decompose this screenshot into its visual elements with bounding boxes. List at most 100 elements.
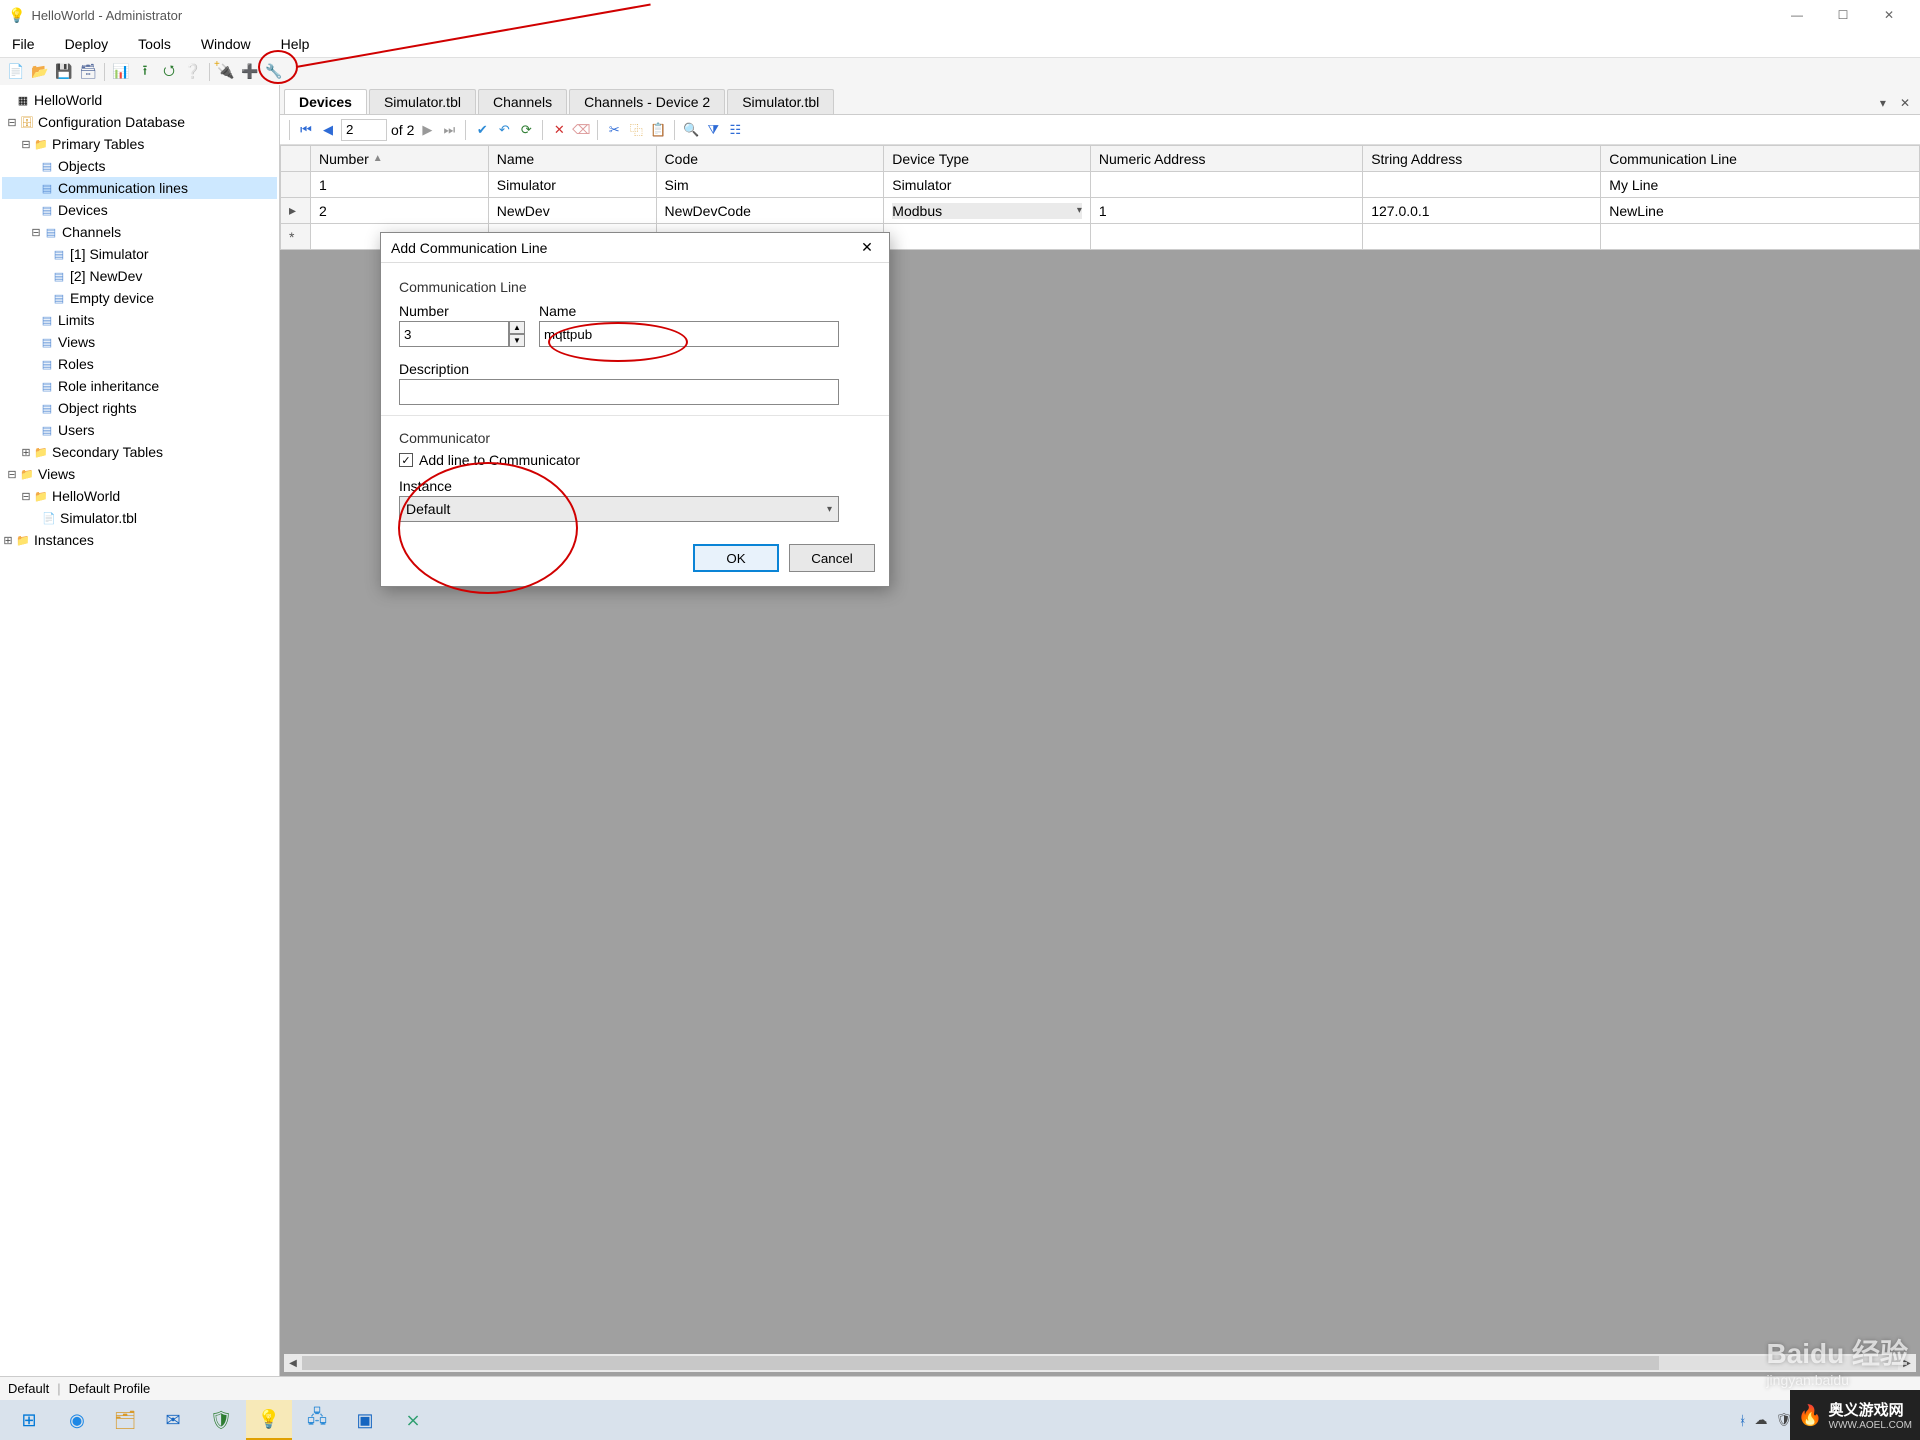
- number-input[interactable]: [399, 321, 509, 347]
- col-name[interactable]: Name: [488, 146, 656, 172]
- col-naddr[interactable]: Numeric Address: [1090, 146, 1362, 172]
- filter-icon[interactable]: ⧩: [704, 121, 722, 139]
- tree-limits[interactable]: Limits: [56, 312, 97, 328]
- tree-objrights[interactable]: Object rights: [56, 400, 139, 416]
- tree-roles[interactable]: Roles: [56, 356, 96, 372]
- taskbar-vscode-icon[interactable]: ⨯: [390, 1400, 436, 1440]
- ok-button[interactable]: OK: [693, 544, 779, 572]
- tree-roleinh[interactable]: Role inheritance: [56, 378, 161, 394]
- taskbar-security-icon[interactable]: 🛡: [198, 1400, 244, 1440]
- new-icon[interactable]: 📄: [6, 62, 26, 82]
- add-line-checkbox[interactable]: ✓: [399, 453, 413, 467]
- tree-views-table[interactable]: Views: [56, 334, 97, 350]
- tree-users[interactable]: Users: [56, 422, 97, 438]
- tree-config-db[interactable]: Configuration Database: [36, 114, 187, 130]
- tray-onedrive-icon[interactable]: ☁: [1755, 1412, 1768, 1428]
- cut-icon[interactable]: ✂: [605, 121, 623, 139]
- tray-bluetooth-icon[interactable]: ᚼ: [1739, 1413, 1747, 1428]
- chevron-down-icon[interactable]: ▾: [1077, 205, 1082, 216]
- tab-channels[interactable]: Channels: [478, 89, 567, 114]
- tree-simulator-tbl[interactable]: Simulator.tbl: [58, 510, 139, 526]
- tree-views-node[interactable]: Views: [36, 466, 77, 482]
- tree-ch-empty[interactable]: Empty device: [68, 290, 156, 306]
- tree-ch1[interactable]: [1] Simulator: [68, 246, 151, 262]
- tree-ch2[interactable]: [2] NewDev: [68, 268, 144, 284]
- taskbar-mail-icon[interactable]: ✉: [150, 1400, 196, 1440]
- menubar: File Deploy Tools Window Help: [0, 30, 1920, 57]
- spin-up-icon[interactable]: ▲: [509, 321, 525, 334]
- menu-tools[interactable]: Tools: [134, 34, 175, 54]
- add-line-wizard-icon[interactable]: 🔌+: [216, 62, 236, 82]
- tree-channels[interactable]: Channels: [60, 224, 123, 240]
- add-line-label: Add line to Communicator: [419, 452, 580, 468]
- help-icon[interactable]: ❔: [183, 62, 203, 82]
- menu-deploy[interactable]: Deploy: [61, 34, 113, 54]
- tab-devices[interactable]: Devices: [284, 89, 367, 114]
- col-number[interactable]: Number: [319, 151, 369, 167]
- instance-select[interactable]: Default ▾: [399, 496, 839, 522]
- spin-down-icon[interactable]: ▼: [509, 334, 525, 347]
- tab-menu-icon[interactable]: ▾: [1874, 92, 1892, 114]
- next-page-icon[interactable]: ▶: [418, 121, 436, 139]
- import-icon[interactable]: ⭯: [159, 62, 179, 82]
- tab-simulator-2[interactable]: Simulator.tbl: [727, 89, 834, 114]
- page-number-input[interactable]: [341, 119, 387, 141]
- tree-secondary[interactable]: Secondary Tables: [50, 444, 165, 460]
- tree-objects[interactable]: Objects: [56, 158, 107, 174]
- tab-simulator-1[interactable]: Simulator.tbl: [369, 89, 476, 114]
- taskbar-edge-icon[interactable]: ◉: [54, 1400, 100, 1440]
- first-page-icon[interactable]: ⏮: [297, 121, 315, 139]
- maximize-button[interactable]: ☐: [1820, 0, 1866, 30]
- find-icon[interactable]: 🔍: [682, 121, 700, 139]
- horizontal-scrollbar[interactable]: ◀ ▶: [284, 1354, 1916, 1372]
- export-icon[interactable]: ⭱: [135, 62, 155, 82]
- tree-communication-lines[interactable]: Communication lines: [56, 180, 190, 196]
- undo-icon[interactable]: ↶: [495, 121, 513, 139]
- tree-devices[interactable]: Devices: [56, 202, 110, 218]
- autosize-icon[interactable]: ☷: [726, 121, 744, 139]
- open-icon[interactable]: 📂: [30, 62, 50, 82]
- paste-icon[interactable]: 📋: [649, 121, 667, 139]
- description-input[interactable]: [399, 379, 839, 405]
- tree-root[interactable]: HelloWorld: [32, 92, 104, 108]
- settings-icon[interactable]: 🔧: [264, 62, 284, 82]
- scroll-left-icon[interactable]: ◀: [284, 1354, 302, 1372]
- name-input[interactable]: [539, 321, 839, 347]
- minimize-button[interactable]: —: [1774, 0, 1820, 30]
- copy-icon[interactable]: ⿻: [627, 121, 645, 139]
- prev-page-icon[interactable]: ◀: [319, 121, 337, 139]
- close-button[interactable]: ✕: [1866, 0, 1912, 30]
- tab-close-icon[interactable]: ✕: [1894, 92, 1916, 114]
- start-icon[interactable]: ⊞: [6, 1400, 52, 1440]
- taskbar-network-icon[interactable]: 🖧: [294, 1400, 340, 1440]
- col-saddr[interactable]: String Address: [1363, 146, 1601, 172]
- table-row[interactable]: ▸ 2NewDevNewDevCode Modbus▾ 1127.0.0.1Ne…: [281, 198, 1920, 224]
- apply-icon[interactable]: ✔: [473, 121, 491, 139]
- scroll-right-icon[interactable]: ▶: [1898, 1354, 1916, 1372]
- dialog-close-icon[interactable]: ✕: [855, 236, 879, 260]
- tree-primary[interactable]: Primary Tables: [50, 136, 146, 152]
- cancel-button[interactable]: Cancel: [789, 544, 875, 572]
- last-page-icon[interactable]: ⏭: [440, 121, 458, 139]
- save-icon[interactable]: 💾: [54, 62, 74, 82]
- col-code[interactable]: Code: [656, 146, 884, 172]
- delete-icon[interactable]: ✕: [550, 121, 568, 139]
- saveall-icon[interactable]: 🗃: [78, 62, 98, 82]
- chart-icon[interactable]: 📊: [111, 62, 131, 82]
- tree-helloworld[interactable]: HelloWorld: [50, 488, 122, 504]
- add-device-icon[interactable]: ➕: [240, 62, 260, 82]
- refresh-icon[interactable]: ⟳: [517, 121, 535, 139]
- menu-file[interactable]: File: [8, 34, 39, 54]
- menu-help[interactable]: Help: [277, 34, 314, 54]
- taskbar-explorer-icon[interactable]: 🗂: [102, 1400, 148, 1440]
- taskbar-administrator-icon[interactable]: 💡: [246, 1400, 292, 1440]
- menu-window[interactable]: Window: [197, 34, 255, 54]
- clear-icon[interactable]: ⌫: [572, 121, 590, 139]
- col-type[interactable]: Device Type: [884, 146, 1091, 172]
- taskbar-powershell-icon[interactable]: ▣: [342, 1400, 388, 1440]
- project-tree[interactable]: ▦HelloWorld ⊟🗄Configuration Database ⊟📁P…: [0, 85, 280, 1376]
- tree-instances[interactable]: Instances: [32, 532, 96, 548]
- table-row[interactable]: 1SimulatorSimSimulatorMy Line: [281, 172, 1920, 198]
- tab-channels-dev2[interactable]: Channels - Device 2: [569, 89, 725, 114]
- col-line[interactable]: Communication Line: [1601, 146, 1920, 172]
